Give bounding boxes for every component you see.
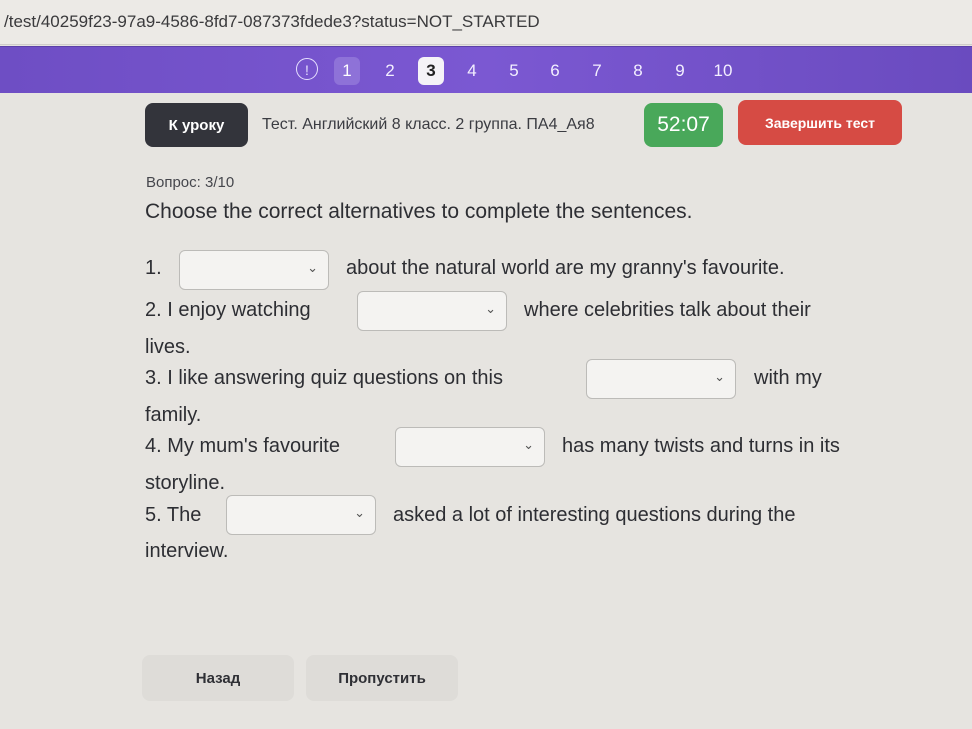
sentence-3-start: 3. I like answering quiz questions on th… xyxy=(145,367,503,389)
back-button[interactable]: Назад xyxy=(142,655,294,701)
question-nav-9[interactable]: 9 xyxy=(667,57,693,85)
question-nav-2[interactable]: 2 xyxy=(377,57,403,85)
sentence-1-end: about the natural world are my granny's … xyxy=(346,257,785,279)
sentence-2-end: where celebrities talk about their xyxy=(524,299,811,321)
question-nav-3[interactable]: 3 xyxy=(418,57,444,85)
answer-select-1[interactable]: ⌄ xyxy=(179,250,329,290)
question-nav-5[interactable]: 5 xyxy=(501,57,527,85)
finish-test-button[interactable]: Завершить тест xyxy=(738,100,902,145)
question-nav-4[interactable]: 4 xyxy=(459,57,485,85)
sentence-3-end: with my xyxy=(754,367,822,389)
question-counter: Вопрос: 3/10 xyxy=(146,174,235,191)
question-nav-8[interactable]: 8 xyxy=(625,57,651,85)
url-text[interactable]: /test/40259f23-97a9-4586-8fd7-087373fded… xyxy=(4,12,540,32)
sentence-5-start: 5. The xyxy=(145,504,202,526)
question-nav-10[interactable]: 10 xyxy=(707,57,739,85)
question-navigation-bar: ! 1 2 3 4 5 6 7 8 9 10 xyxy=(0,46,972,93)
skip-button[interactable]: Пропустить xyxy=(306,655,458,701)
test-title: Тест. Английский 8 класс. 2 группа. ПА4_… xyxy=(262,116,595,133)
back-to-lesson-button[interactable]: К уроку xyxy=(145,103,248,147)
chevron-down-icon: ⌄ xyxy=(354,505,365,520)
sentence-2-start: 2. I enjoy watching xyxy=(145,299,311,321)
sentence-5-wrap: interview. xyxy=(145,540,229,562)
question-nav-7[interactable]: 7 xyxy=(584,57,610,85)
sentence-4-start: 4. My mum's favourite xyxy=(145,435,340,457)
question-nav-1[interactable]: 1 xyxy=(334,57,360,85)
sentence-3-wrap: family. xyxy=(145,404,202,426)
countdown-timer: 52:07 xyxy=(644,103,723,147)
chevron-down-icon: ⌄ xyxy=(485,301,496,316)
sentence-5-end: asked a lot of interesting questions dur… xyxy=(393,504,796,526)
answer-select-2[interactable]: ⌄ xyxy=(357,291,507,331)
sentence-1-start: 1. xyxy=(145,257,162,279)
browser-address-bar[interactable]: /test/40259f23-97a9-4586-8fd7-087373fded… xyxy=(0,0,972,45)
answer-select-4[interactable]: ⌄ xyxy=(395,427,545,467)
answer-select-5[interactable]: ⌄ xyxy=(226,495,376,535)
chevron-down-icon: ⌄ xyxy=(714,369,725,384)
sentence-4-end: has many twists and turns in its xyxy=(562,435,840,457)
alert-icon[interactable]: ! xyxy=(296,58,318,80)
question-instruction: Choose the correct alternatives to compl… xyxy=(145,200,693,223)
sentence-4-wrap: storyline. xyxy=(145,472,226,494)
answer-select-3[interactable]: ⌄ xyxy=(586,359,736,399)
question-nav-6[interactable]: 6 xyxy=(542,57,568,85)
chevron-down-icon: ⌄ xyxy=(307,260,318,275)
sentence-2-wrap: lives. xyxy=(145,336,191,358)
chevron-down-icon: ⌄ xyxy=(523,437,534,452)
